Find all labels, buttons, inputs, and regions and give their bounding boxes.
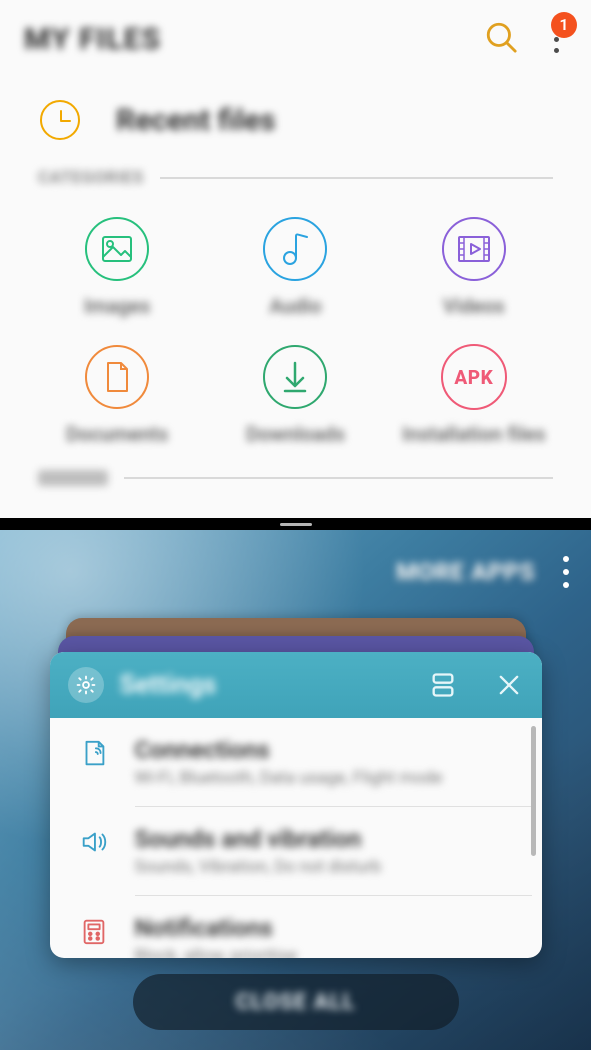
section-header-2 — [0, 470, 591, 486]
notification-badge: 1 — [551, 12, 577, 38]
section-categories-header: CATEGORIES — [0, 168, 591, 188]
app-bar: MY FILES 1 — [0, 0, 591, 78]
settings-row-notifications[interactable]: Notifications Block, allow, prioritise — [135, 895, 532, 958]
category-images[interactable]: Images — [28, 216, 206, 318]
settings-row-title: Sounds and vibration — [135, 825, 382, 853]
category-label: Installation files — [402, 422, 545, 446]
category-videos[interactable]: Videos — [385, 216, 563, 318]
close-all-label: CLOSE ALL — [236, 990, 356, 1015]
app-title: MY FILES — [24, 22, 161, 57]
category-audio[interactable]: Audio — [206, 216, 384, 318]
settings-row-subtitle: Sounds, Vibration, Do not disturb — [135, 857, 382, 877]
category-documents[interactable]: Documents — [28, 344, 206, 446]
scrollbar[interactable] — [531, 726, 536, 856]
category-label: Images — [84, 294, 150, 318]
image-icon — [84, 216, 150, 282]
music-icon — [262, 216, 328, 282]
close-all-button[interactable]: CLOSE ALL — [133, 974, 459, 1030]
recents-overview: MORE APPS Settings — [0, 530, 591, 1050]
section-label-placeholder — [38, 470, 108, 486]
recent-files-row[interactable]: Recent files — [0, 78, 591, 168]
category-label: Downloads — [246, 422, 345, 446]
more-apps-button[interactable]: MORE APPS — [396, 558, 535, 586]
category-label: Documents — [66, 422, 168, 446]
split-view-divider[interactable] — [0, 518, 591, 530]
overflow-menu-button[interactable]: 1 — [548, 20, 567, 59]
recents-top-bar: MORE APPS — [396, 556, 569, 588]
multiwindow-icon[interactable] — [428, 670, 458, 700]
settings-card-title: Settings — [120, 670, 412, 700]
settings-card-body: Connections Wi-Fi, Bluetooth, Data usage… — [50, 718, 542, 958]
settings-row-subtitle: Wi-Fi, Bluetooth, Data usage, Flight mod… — [135, 768, 443, 788]
recents-overflow-button[interactable] — [563, 556, 569, 588]
settings-row-title: Notifications — [135, 914, 298, 942]
download-icon — [262, 344, 328, 410]
section-label-categories: CATEGORIES — [38, 168, 144, 188]
settings-row-sounds[interactable]: Sounds and vibration Sounds, Vibration, … — [135, 806, 532, 895]
category-installation-files[interactable]: APK Installation files — [385, 344, 563, 446]
settings-row-connections[interactable]: Connections Wi-Fi, Bluetooth, Data usage… — [75, 718, 542, 806]
settings-card-header: Settings — [50, 652, 542, 718]
recents-card-settings[interactable]: Settings Connections Wi-Fi, Bluetooth, — [50, 652, 542, 958]
document-icon — [84, 344, 150, 410]
category-label: Audio — [269, 294, 321, 318]
connections-icon — [75, 736, 113, 768]
search-icon[interactable] — [484, 20, 518, 58]
category-downloads[interactable]: Downloads — [206, 344, 384, 446]
video-icon — [441, 216, 507, 282]
gear-icon — [68, 667, 104, 703]
sound-icon — [75, 825, 113, 857]
clock-icon — [40, 100, 80, 140]
notifications-icon — [75, 914, 113, 946]
apk-icon: APK — [441, 344, 507, 410]
category-label: Videos — [443, 294, 505, 318]
close-icon[interactable] — [494, 670, 524, 700]
apk-text: APK — [454, 366, 493, 389]
drag-handle-icon — [280, 523, 312, 526]
categories-grid: Images Audio Videos Documents Downloads — [0, 188, 591, 462]
my-files-app: MY FILES 1 Recent files CATEGORIES Image… — [0, 0, 591, 521]
recent-files-title: Recent files — [116, 103, 276, 138]
settings-row-subtitle: Block, allow, prioritise — [135, 946, 298, 958]
settings-row-title: Connections — [135, 736, 443, 764]
